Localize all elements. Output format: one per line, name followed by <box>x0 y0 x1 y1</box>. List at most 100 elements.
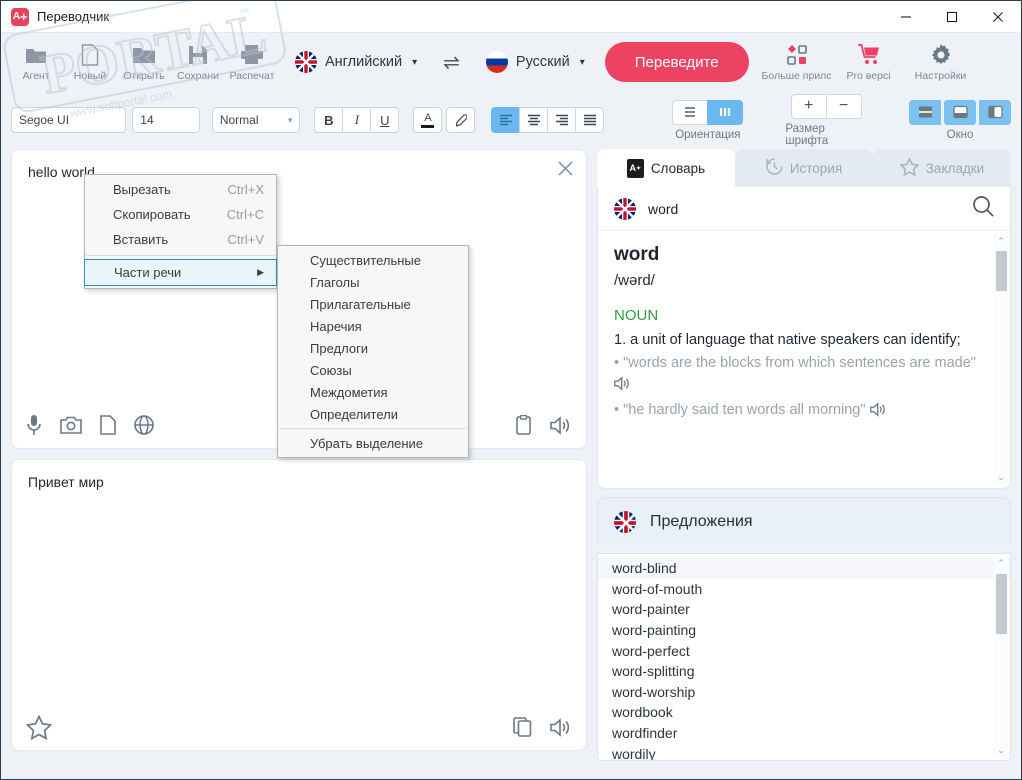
list-item[interactable]: wordily <box>598 743 1010 760</box>
scroll-up-arrow-icon[interactable]: ⌃ <box>997 235 1005 248</box>
layout-split-horizontal-icon[interactable] <box>909 99 941 125</box>
microphone-icon[interactable] <box>26 414 42 436</box>
list-item[interactable]: word-blind <box>598 558 1010 579</box>
layout-bottom-panel-icon[interactable] <box>944 99 976 125</box>
list-item[interactable]: wordbook <box>598 702 1010 723</box>
tab-bookmarks[interactable]: Закладки <box>873 149 1011 187</box>
submenu-item-adjectives[interactable]: Прилагательные <box>278 293 468 315</box>
underline-button[interactable]: U <box>370 107 400 133</box>
gear-icon <box>930 43 952 67</box>
document-icon[interactable] <box>100 415 116 435</box>
context-menu-item-cut[interactable]: Вырезать Ctrl+X <box>85 177 276 202</box>
font-family-input[interactable]: Segoe UI <box>11 107 127 133</box>
submenu-item-nouns[interactable]: Существительные <box>278 249 468 271</box>
tab-label: Закладки <box>925 160 985 176</box>
dictionary-search-row: word <box>598 187 1010 231</box>
cart-icon <box>857 43 880 67</box>
speaker-icon[interactable] <box>614 376 631 398</box>
target-language-selector[interactable]: Русский ▾ <box>480 51 591 73</box>
align-justify-icon[interactable] <box>575 107 605 133</box>
submenu-item-adverbs[interactable]: Наречия <box>278 315 468 337</box>
font-size-decrease-button[interactable]: − <box>825 93 862 119</box>
source-language-selector[interactable]: Английский ▾ <box>289 51 423 73</box>
submenu-item-determiners[interactable]: Определители <box>278 403 468 425</box>
scrollbar-thumb[interactable] <box>995 251 1007 291</box>
font-color-button[interactable]: A <box>413 107 443 133</box>
toolbar-item-open[interactable]: Открыть <box>117 35 171 89</box>
orientation-horizontal-icon[interactable] <box>672 99 709 125</box>
star-icon[interactable] <box>26 714 52 740</box>
copy-icon[interactable] <box>513 717 532 737</box>
list-item[interactable]: wordfinder <box>598 723 1010 744</box>
close-button[interactable] <box>975 1 1021 33</box>
align-center-icon[interactable] <box>519 107 549 133</box>
list-item[interactable]: word-painter <box>598 599 1010 620</box>
search-icon[interactable] <box>972 195 994 222</box>
list-item[interactable]: word-worship <box>598 682 1010 703</box>
scrollbar-thumb[interactable] <box>995 574 1007 634</box>
bold-button[interactable]: B <box>314 107 344 133</box>
submenu-item-verbs[interactable]: Глаголы <box>278 271 468 293</box>
clipboard-icon[interactable] <box>515 415 532 435</box>
entry-example-text: • "he hardly said ten words all morning" <box>614 402 866 419</box>
tab-label: История <box>789 160 843 176</box>
speaker-icon[interactable] <box>550 415 572 435</box>
context-menu-item-parts-of-speech[interactable]: Части речи ▶ <box>84 259 277 286</box>
tab-dictionary[interactable]: A ✦ Словарь <box>597 149 735 187</box>
orientation-vertical-icon[interactable] <box>707 99 744 125</box>
toolbar-item-settings[interactable]: Настройки <box>905 35 977 89</box>
speaker-icon[interactable] <box>550 717 572 737</box>
agent-icon <box>25 43 47 67</box>
clear-source-button[interactable] <box>557 160 574 181</box>
target-text-card: Привет мир <box>11 459 587 751</box>
submenu-item-interjections[interactable]: Междометия <box>278 381 468 403</box>
fontsize-group: + − Размер шрифта <box>785 93 867 147</box>
scroll-down-arrow-icon[interactable]: ⌄ <box>997 745 1005 756</box>
toolbar-item-save[interactable]: Сохрани <box>171 35 225 89</box>
entry-example: • "he hardly said ten words all morning" <box>614 400 994 424</box>
font-size-input[interactable]: 14 <box>132 107 200 133</box>
suggestions-scrollbar[interactable]: ⌃ ⌄ <box>994 558 1008 756</box>
context-menu-item-copy[interactable]: Скопировать Ctrl+C <box>85 202 276 227</box>
list-item[interactable]: word-splitting <box>598 661 1010 682</box>
dictionary-scrollbar[interactable]: ⌃ ⌄ <box>994 235 1008 484</box>
globe-icon[interactable] <box>134 415 154 435</box>
toolbar-item-print[interactable]: Распечат <box>225 35 279 89</box>
camera-icon[interactable] <box>60 416 82 434</box>
fontsize-segments: + − <box>790 93 862 119</box>
list-item[interactable]: word-of-mouth <box>598 579 1010 600</box>
list-item[interactable]: word-perfect <box>598 640 1010 661</box>
toolbar-item-more-apps[interactable]: Больше прилс <box>761 35 833 89</box>
toolbar-label: Распечат <box>229 69 275 82</box>
parts-of-speech-submenu: Существительные Глаголы Прилагательные Н… <box>277 245 469 458</box>
suggestions-list[interactable]: word-blind word-of-mouth word-painter wo… <box>597 553 1011 761</box>
italic-button[interactable]: I <box>342 107 372 133</box>
speaker-icon[interactable] <box>869 402 887 424</box>
layout-split-vertical-icon[interactable] <box>979 99 1011 125</box>
target-text-area[interactable]: Привет мир <box>12 460 586 704</box>
list-item[interactable]: word-painting <box>598 620 1010 641</box>
submenu-item-conjunctions[interactable]: Союзы <box>278 359 468 381</box>
submenu-item-clear-selection[interactable]: Убрать выделение <box>278 432 468 454</box>
toolbar-item-new[interactable]: Новый <box>63 35 117 89</box>
dictionary-search-input[interactable]: word <box>648 201 960 217</box>
font-style-select[interactable]: Normal ▾ <box>211 107 301 133</box>
russia-flag-icon <box>485 51 508 73</box>
font-size-increase-button[interactable]: + <box>790 93 827 119</box>
scroll-up-arrow-icon[interactable]: ⌃ <box>997 558 1005 569</box>
apps-grid-icon <box>786 43 807 67</box>
minimize-button[interactable] <box>883 1 929 33</box>
tab-history[interactable]: История <box>735 149 873 187</box>
highlighter-icon[interactable] <box>446 107 476 133</box>
toolbar-item-agent[interactable]: Агент <box>9 35 63 89</box>
maximize-button[interactable] <box>929 1 975 33</box>
align-right-icon[interactable] <box>547 107 577 133</box>
scroll-down-arrow-icon[interactable]: ⌄ <box>997 471 1005 484</box>
translate-button[interactable]: Переведите <box>604 42 749 82</box>
swap-arrows-icon[interactable]: ⇌ <box>443 50 460 75</box>
context-menu-item-paste[interactable]: Вставить Ctrl+V <box>85 227 276 252</box>
suggestions-header: Предложения <box>597 497 1011 545</box>
align-left-icon[interactable] <box>491 107 521 133</box>
submenu-item-prepositions[interactable]: Предлоги <box>278 337 468 359</box>
toolbar-item-pro-version[interactable]: Pro версі <box>833 35 905 89</box>
